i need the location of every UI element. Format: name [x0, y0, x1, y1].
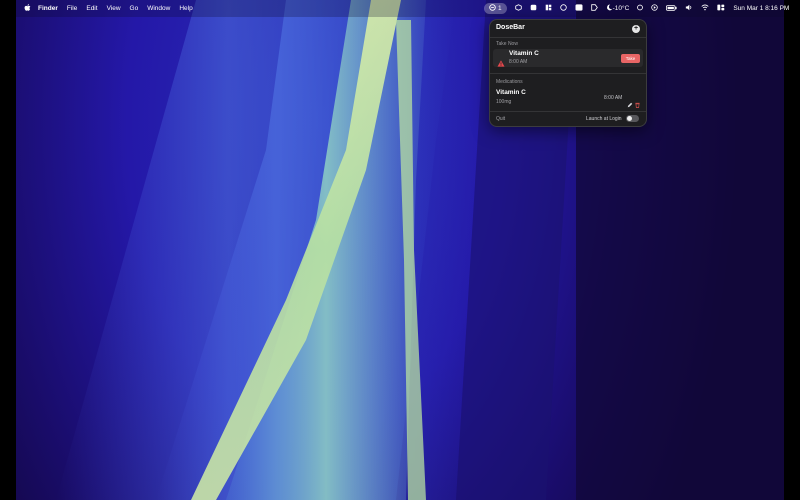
menu-go[interactable]: Go — [130, 5, 139, 12]
add-medication-button[interactable]: + — [632, 25, 640, 33]
take-now-label: Take Now — [496, 41, 518, 47]
divider — [490, 111, 646, 112]
play-icon[interactable] — [651, 4, 659, 13]
divider — [490, 37, 646, 38]
popover-title: DoseBar — [496, 24, 525, 31]
apple-icon[interactable] — [24, 3, 31, 14]
launch-at-login-label: Launch at Login — [586, 116, 622, 122]
menu-window[interactable]: Window — [147, 5, 170, 12]
weather-icon[interactable] — [606, 4, 613, 13]
control-center-icon[interactable] — [717, 4, 725, 13]
pill-icon — [489, 4, 496, 13]
weather-temperature[interactable]: -10°C — [613, 5, 630, 12]
dosebar-status-item[interactable]: 1 — [484, 3, 507, 14]
due-medication-name: Vitamin C — [509, 50, 539, 57]
chat-icon[interactable] — [559, 4, 567, 13]
font-icon[interactable] — [575, 4, 583, 13]
medications-label: Medications — [496, 79, 523, 85]
battery-icon[interactable] — [666, 4, 677, 13]
menu-help[interactable]: Help — [179, 5, 192, 12]
menu-view[interactable]: View — [107, 5, 121, 12]
desktop-wallpaper — [16, 0, 784, 500]
currency-icon[interactable] — [637, 4, 644, 13]
app-square-icon[interactable] — [530, 4, 537, 13]
warning-icon — [497, 54, 505, 72]
quit-button[interactable]: Quit — [496, 116, 505, 122]
app-name[interactable]: Finder — [38, 5, 58, 12]
medication-name: Vitamin C — [496, 89, 526, 96]
volume-icon[interactable] — [685, 4, 693, 13]
due-medication-time: 8:00 AM — [509, 59, 528, 65]
take-button[interactable]: Take — [621, 54, 640, 63]
clock[interactable]: Sun Mar 1 8:16 PM — [733, 5, 789, 12]
medication-dose: 100mg — [496, 99, 512, 105]
plus-icon: + — [633, 25, 639, 32]
medication-time: 8:00 AM — [604, 95, 623, 101]
dosebar-count: 1 — [498, 5, 502, 12]
wifi-icon[interactable] — [701, 4, 709, 13]
tag-icon[interactable] — [590, 4, 598, 13]
divider — [490, 73, 646, 74]
dosebar-popover: DoseBar + Take Now Vitamin C 8:00 AM Tak… — [489, 19, 647, 127]
status-tray: 1 -10°C Sun Mar 1 8:16 PM — [484, 0, 789, 17]
grid-icon[interactable] — [545, 4, 552, 13]
cube-icon[interactable] — [514, 4, 522, 13]
menu-edit[interactable]: Edit — [86, 5, 97, 12]
launch-at-login-toggle[interactable] — [626, 115, 639, 122]
wallpaper-art — [56, 0, 784, 500]
screen: Finder File Edit View Go Window Help 1 -… — [0, 0, 800, 500]
menu-file[interactable]: File — [67, 5, 77, 12]
